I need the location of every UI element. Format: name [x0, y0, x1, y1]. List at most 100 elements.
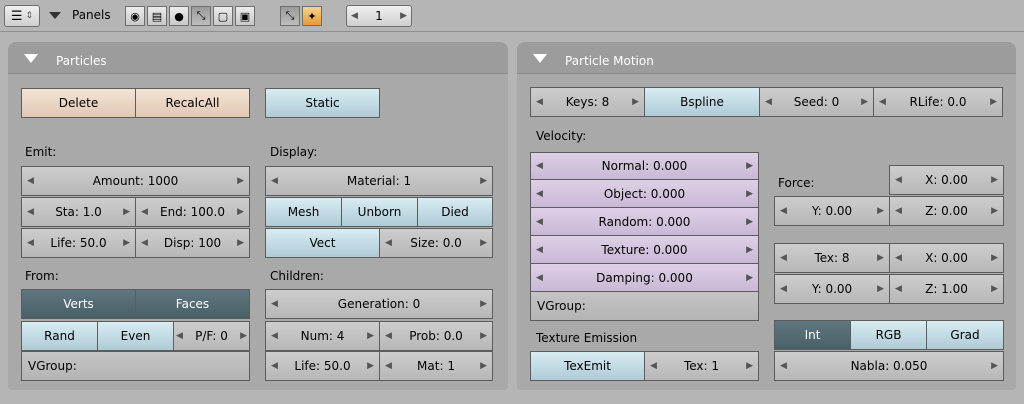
collapse-triangle-icon[interactable] [533, 54, 547, 63]
right-arrow-icon[interactable]: ▶ [991, 206, 998, 216]
tex-y-field[interactable]: ◀ Y: 0.00 ▶ [774, 274, 890, 304]
damping-field[interactable]: ◀ Damping: 0.000 ▶ [530, 263, 759, 292]
left-arrow-icon[interactable]: ◀ [780, 206, 787, 216]
generation-field[interactable]: ◀ Generation: 0 ▶ [265, 289, 493, 319]
texemit-toggle[interactable]: TexEmit [530, 351, 645, 381]
pf-field[interactable]: ◀ P/F: 0 ▶ [173, 321, 250, 351]
scene-context-icon[interactable]: ▣ [235, 6, 255, 26]
left-arrow-icon[interactable]: ◀ [536, 97, 543, 107]
right-arrow-icon[interactable]: ▶ [123, 238, 130, 248]
right-arrow-icon[interactable]: ▶ [632, 97, 639, 107]
left-arrow-icon[interactable]: ◀ [271, 299, 278, 309]
right-arrow-icon[interactable]: ▶ [991, 175, 998, 185]
right-arrow-icon[interactable]: ▶ [746, 217, 753, 227]
object-sub-icon[interactable]: ⤡ [280, 6, 300, 26]
left-arrow-icon[interactable]: ◀ [895, 284, 902, 294]
tex-x-field[interactable]: ◀ X: 0.00 ▶ [889, 243, 1004, 273]
right-arrow-icon[interactable]: ▶ [991, 253, 998, 263]
left-arrow-icon[interactable]: ◀ [650, 361, 657, 371]
left-arrow-icon[interactable]: ◀ [780, 284, 787, 294]
material-sphere-icon[interactable]: ● [169, 6, 189, 26]
force-x-field[interactable]: ◀ X: 0.00 ▶ [889, 165, 1004, 195]
left-arrow-icon[interactable]: ◀ [385, 361, 392, 371]
right-arrow-icon[interactable]: ▶ [746, 189, 753, 199]
object-context-icon[interactable]: ⤡ [191, 6, 211, 26]
particles-panel-header[interactable]: Particles [8, 42, 508, 74]
decrement-arrow-icon[interactable]: ◀ [351, 11, 358, 21]
died-toggle[interactable]: Died [417, 197, 493, 227]
right-arrow-icon[interactable]: ▶ [861, 97, 868, 107]
recalc-all-button[interactable]: RecalcAll [135, 88, 250, 118]
rgb-toggle[interactable]: RGB [850, 320, 927, 350]
mat-field[interactable]: ◀ Mat: 1 ▶ [379, 351, 493, 381]
vgroup-field[interactable]: VGroup: [21, 351, 250, 381]
static-toggle[interactable]: Static [265, 88, 380, 118]
grad-toggle[interactable]: Grad [926, 320, 1004, 350]
force-y-field[interactable]: ◀ Y: 0.00 ▶ [774, 196, 890, 226]
increment-arrow-icon[interactable]: ▶ [400, 11, 407, 21]
left-arrow-icon[interactable]: ◀ [536, 217, 543, 227]
left-arrow-icon[interactable]: ◀ [895, 206, 902, 216]
child-life-field[interactable]: ◀ Life: 50.0 ▶ [265, 351, 380, 381]
num-field[interactable]: ◀ Num: 4 ▶ [265, 321, 380, 351]
left-arrow-icon[interactable]: ◀ [271, 331, 278, 341]
left-arrow-icon[interactable]: ◀ [895, 175, 902, 185]
right-arrow-icon[interactable]: ▶ [990, 97, 997, 107]
end-field[interactable]: ◀ End: 100.0 ▶ [135, 197, 250, 227]
right-arrow-icon[interactable]: ▶ [237, 176, 244, 186]
right-arrow-icon[interactable]: ▶ [480, 238, 487, 248]
left-arrow-icon[interactable]: ◀ [176, 331, 183, 341]
right-arrow-icon[interactable]: ▶ [240, 331, 247, 341]
right-arrow-icon[interactable]: ▶ [367, 361, 374, 371]
even-toggle[interactable]: Even [97, 321, 174, 351]
disp-field[interactable]: ◀ Disp: 100 ▶ [135, 228, 250, 258]
window-type-menu[interactable]: ☰ ⇕ [4, 5, 40, 27]
material-field[interactable]: ◀ Material: 1 ▶ [265, 166, 493, 196]
right-arrow-icon[interactable]: ▶ [237, 207, 244, 217]
keys-field[interactable]: ◀ Keys: 8 ▶ [530, 87, 645, 117]
random-field[interactable]: ◀ Random: 0.000 ▶ [530, 207, 759, 236]
left-arrow-icon[interactable]: ◀ [536, 161, 543, 171]
right-arrow-icon[interactable]: ▶ [746, 273, 753, 283]
right-arrow-icon[interactable]: ▶ [480, 361, 487, 371]
right-arrow-icon[interactable]: ▶ [746, 161, 753, 171]
faces-toggle[interactable]: Faces [135, 289, 250, 319]
tex-z-field[interactable]: ◀ Z: 1.00 ▶ [889, 274, 1004, 304]
left-arrow-icon[interactable]: ◀ [27, 238, 34, 248]
seed-field[interactable]: ◀ Seed: 0 ▶ [759, 87, 874, 117]
force-z-field[interactable]: ◀ Z: 0.00 ▶ [889, 196, 1004, 226]
sta-field[interactable]: ◀ Sta: 1.0 ▶ [21, 197, 136, 227]
left-arrow-icon[interactable]: ◀ [271, 361, 278, 371]
size-field[interactable]: ◀ Size: 0.0 ▶ [379, 228, 493, 258]
left-arrow-icon[interactable]: ◀ [141, 207, 148, 217]
logic-context-icon[interactable]: ▤ [147, 6, 167, 26]
prob-field[interactable]: ◀ Prob: 0.0 ▶ [379, 321, 493, 351]
delete-button[interactable]: Delete [21, 88, 136, 118]
left-arrow-icon[interactable]: ◀ [536, 245, 543, 255]
object-field[interactable]: ◀ Object: 0.000 ▶ [530, 179, 759, 208]
left-arrow-icon[interactable]: ◀ [879, 97, 886, 107]
physics-sub-icon[interactable]: ✦ [302, 6, 322, 26]
collapse-triangle-icon[interactable] [24, 54, 38, 63]
right-arrow-icon[interactable]: ▶ [480, 299, 487, 309]
left-arrow-icon[interactable]: ◀ [271, 176, 278, 186]
rlife-field[interactable]: ◀ RLife: 0.0 ▶ [873, 87, 1003, 117]
right-arrow-icon[interactable]: ▶ [877, 206, 884, 216]
right-arrow-icon[interactable]: ▶ [123, 207, 130, 217]
rand-toggle[interactable]: Rand [21, 321, 98, 351]
texture-field[interactable]: ◀ Texture: 0.000 ▶ [530, 235, 759, 264]
left-arrow-icon[interactable]: ◀ [536, 273, 543, 283]
vgroup-field[interactable]: VGroup: [530, 291, 759, 321]
particle-motion-panel-header[interactable]: Particle Motion [517, 42, 1016, 74]
left-arrow-icon[interactable]: ◀ [895, 253, 902, 263]
shading-context-icon[interactable]: ◉ [125, 6, 145, 26]
mesh-toggle[interactable]: Mesh [265, 197, 342, 227]
left-arrow-icon[interactable]: ◀ [780, 253, 787, 263]
int-toggle[interactable]: Int [774, 320, 851, 350]
right-arrow-icon[interactable]: ▶ [877, 284, 884, 294]
editing-context-icon[interactable]: ▢ [213, 6, 233, 26]
verts-toggle[interactable]: Verts [21, 289, 136, 319]
tex-field[interactable]: ◀ Tex: 8 ▶ [774, 243, 890, 273]
amount-field[interactable]: ◀ Amount: 1000 ▶ [21, 166, 250, 196]
left-arrow-icon[interactable]: ◀ [27, 176, 34, 186]
